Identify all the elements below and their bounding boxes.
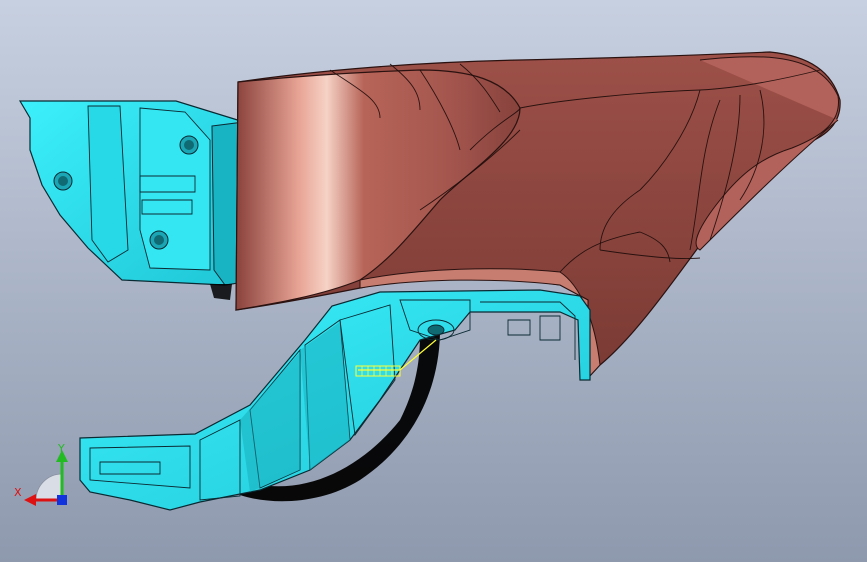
z-axis-indicator: [57, 495, 67, 505]
3d-model-scene[interactable]: X Y: [0, 0, 867, 562]
y-axis-label: Y: [57, 442, 65, 455]
x-axis-label: X: [14, 486, 22, 499]
graphics-viewport[interactable]: X Y: [0, 0, 867, 562]
